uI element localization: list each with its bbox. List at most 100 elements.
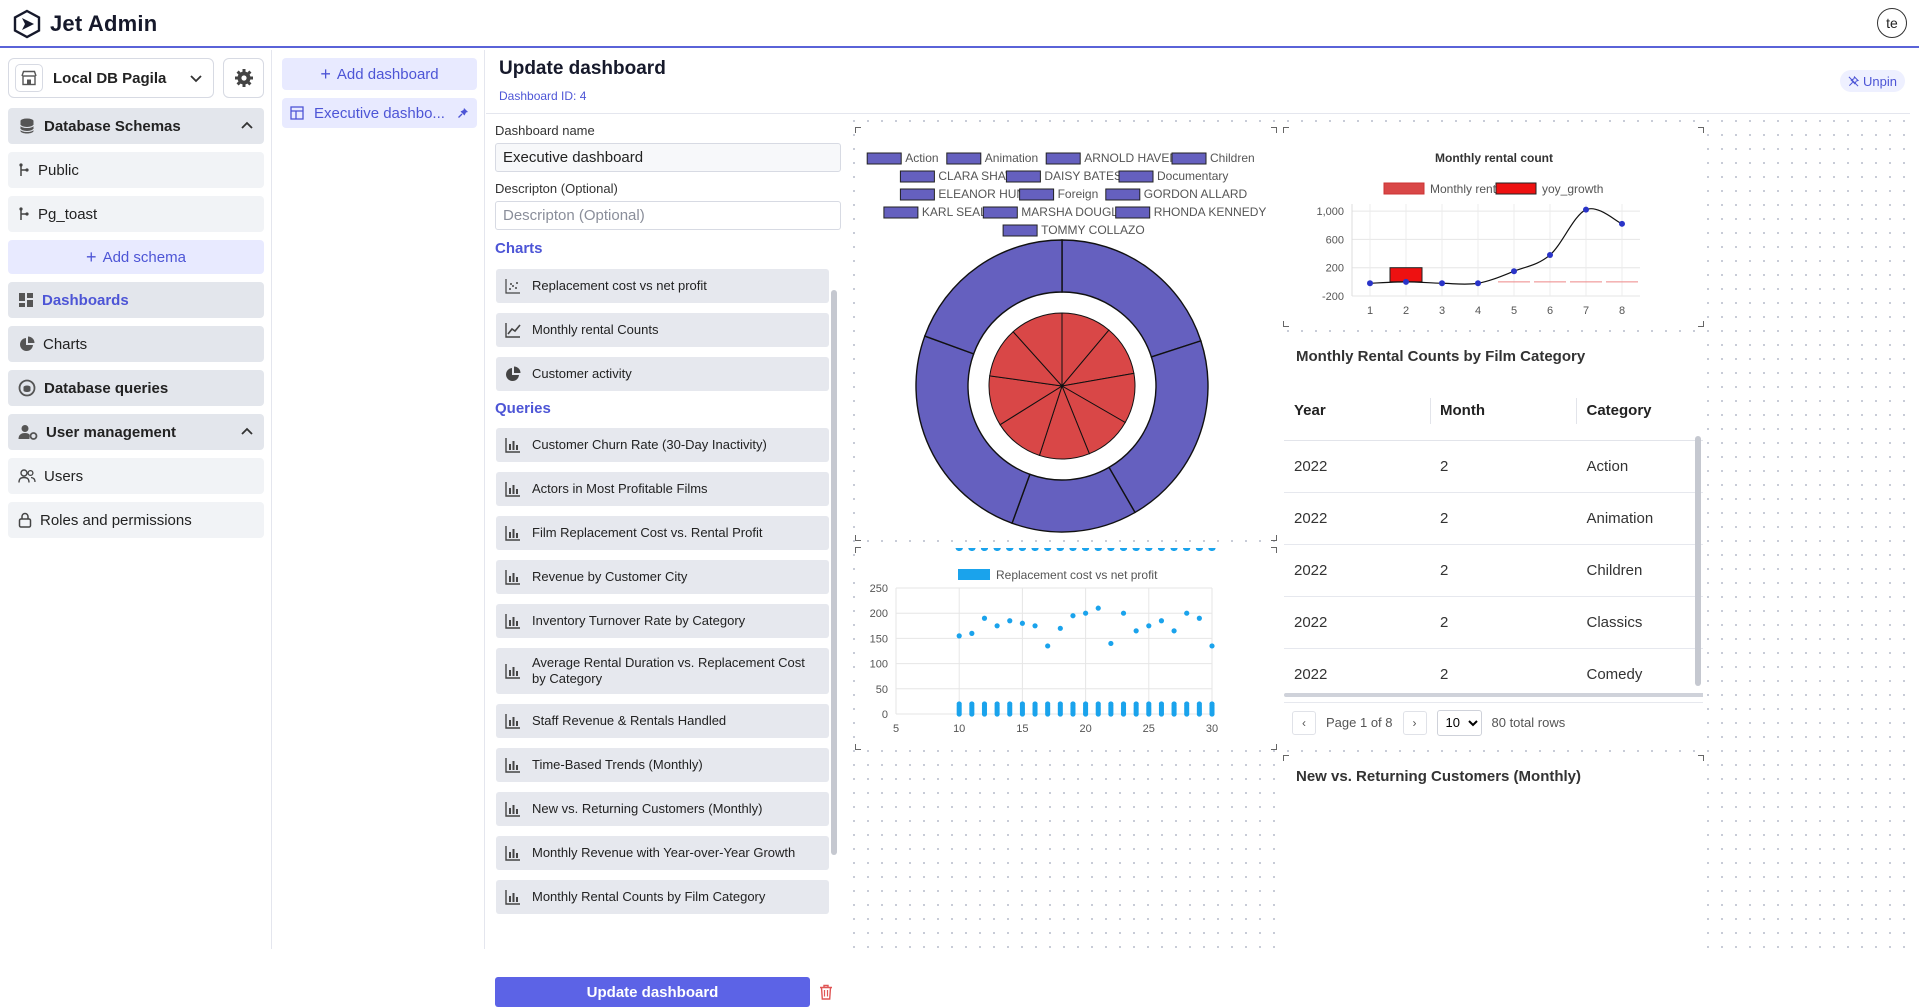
unpin-button[interactable]: Unpin	[1840, 70, 1905, 92]
add-schema-button[interactable]: + Add schema	[8, 240, 264, 274]
query-item[interactable]: Actors in Most Profitable Films	[496, 472, 829, 506]
app-name: Jet Admin	[50, 11, 158, 36]
column-separator[interactable]	[1576, 398, 1578, 424]
resize-handle[interactable]	[1698, 127, 1704, 133]
chevron-down-icon	[190, 75, 202, 83]
table-row[interactable]: 20222Classics28	[1284, 596, 1703, 649]
resize-handle[interactable]	[1271, 547, 1277, 553]
x-tick-label: 7	[1583, 305, 1589, 317]
query-item[interactable]: Customer Churn Rate (30-Day Inactivity)	[496, 428, 829, 462]
scatter-chart-widget[interactable]: 0 50 100 150 200 250 5 10 15 20 25 30 Replacement co…	[855, 545, 1277, 750]
settings-button[interactable]	[223, 58, 264, 98]
add-dashboard-label: Add dashboard	[336, 65, 439, 83]
scatter-point	[994, 701, 1000, 707]
resize-handle[interactable]	[855, 127, 861, 133]
query-item[interactable]: Inventory Turnover Rate by Category	[496, 604, 829, 638]
resize-handle[interactable]	[1283, 127, 1289, 133]
user-avatar[interactable]: te	[1877, 8, 1907, 38]
query-item[interactable]: Time-Based Trends (Monthly)	[496, 748, 829, 782]
legend-swatch	[1383, 182, 1425, 195]
scatter-point	[969, 630, 975, 636]
nav-label: Public	[38, 161, 79, 179]
query-item[interactable]: Film Replacement Cost vs. Rental Profit	[496, 516, 829, 550]
query-item[interactable]: New vs. Returning Customers (Monthly)	[496, 792, 829, 826]
legend-label: Animation	[985, 151, 1038, 165]
resize-handle[interactable]	[1283, 755, 1289, 761]
donut-chart-widget[interactable]: Action Animation ARNOLD HAVENS Children CLAR…	[855, 127, 1277, 541]
table-horizontal-scrollbar[interactable]	[1284, 693, 1703, 697]
prev-page-button[interactable]: ‹	[1292, 710, 1316, 735]
nav-label: Database Schemas	[44, 117, 181, 135]
page-title: Update dashboard	[499, 58, 666, 79]
nav-schema-public[interactable]: Public	[8, 152, 264, 188]
page-indicator: Page 1 of 8	[1326, 715, 1393, 730]
table-row[interactable]: 20222Animation28	[1284, 492, 1703, 545]
resize-handle[interactable]	[855, 744, 861, 750]
form-scrollbar[interactable]	[831, 290, 837, 855]
table-scroll-area[interactable]: YearMonthCategoryRentals 20222Action2720…	[1284, 336, 1703, 700]
dashboard-canvas[interactable]: Action Animation ARNOLD HAVENS Children CLAR…	[847, 114, 1910, 949]
query-item[interactable]: Monthly Rental Counts by Film Category	[496, 880, 829, 914]
nav-dashboards[interactable]: Dashboards	[8, 282, 264, 318]
table-row[interactable]: 20222Children30	[1284, 544, 1703, 597]
plus-icon: +	[86, 246, 97, 267]
scatter-point	[981, 701, 988, 707]
nav-users[interactable]: Users	[8, 458, 264, 494]
scatter-point	[1007, 701, 1013, 707]
nav-database-schemas[interactable]: Database Schemas	[8, 108, 264, 144]
query-item[interactable]: Average Rental Duration vs. Replacement …	[496, 648, 829, 694]
scatter-point	[1196, 701, 1202, 707]
dashboard-name-input[interactable]	[495, 143, 841, 172]
delete-button[interactable]	[811, 977, 840, 1007]
app-logo[interactable]: Jet Admin	[12, 9, 157, 39]
dashboard-item-executive[interactable]: Executive dashbo...	[282, 98, 477, 128]
chart-item[interactable]: Monthly rental Counts	[496, 313, 829, 347]
resize-handle[interactable]	[855, 547, 861, 553]
column-separator[interactable]	[1430, 398, 1431, 424]
pie-chart-icon	[504, 365, 522, 383]
column-header[interactable]: Category	[1576, 382, 1703, 441]
table-vertical-scrollbar[interactable]	[1695, 436, 1701, 686]
page-size-select[interactable]: 10	[1436, 709, 1482, 736]
query-item[interactable]: Monthly Revenue with Year-over-Year Grow…	[496, 836, 829, 870]
update-dashboard-button[interactable]: Update dashboard	[495, 977, 810, 1007]
add-dashboard-button[interactable]: + Add dashboard	[282, 58, 477, 90]
column-header[interactable]: Year	[1284, 382, 1430, 441]
resize-handle[interactable]	[1698, 755, 1704, 761]
nav-database-queries[interactable]: Database queries	[8, 370, 264, 406]
query-item[interactable]: Revenue by Customer City	[496, 560, 829, 594]
resize-handle[interactable]	[1283, 321, 1289, 327]
table-row[interactable]: 20222Action27	[1284, 440, 1703, 493]
line-point	[1583, 206, 1589, 213]
nav-user-management[interactable]: User management	[8, 414, 264, 450]
pin-icon[interactable]	[457, 107, 469, 119]
chart-item[interactable]: Replacement cost vs net profit	[496, 269, 829, 303]
chart-item-label: Customer activity	[532, 366, 632, 381]
column-header[interactable]: Month	[1430, 382, 1577, 441]
resize-handle[interactable]	[1271, 127, 1277, 133]
line-chart-widget[interactable]: Monthly rental count Monthly rentals yoy_g…	[1283, 127, 1704, 327]
chevron-left-icon: ‹	[1302, 715, 1306, 730]
description-input[interactable]	[495, 201, 841, 230]
table-widget[interactable]: Monthly Rental Counts by Film Category Y…	[1284, 336, 1703, 742]
nav-schema-pg-toast[interactable]: Pg_toast	[8, 196, 264, 232]
resize-handle[interactable]	[1271, 535, 1277, 541]
next-page-button[interactable]: ›	[1402, 710, 1427, 735]
resize-handle[interactable]	[1698, 321, 1704, 327]
scatter-point	[956, 701, 962, 707]
jet-admin-logo-icon	[13, 9, 41, 39]
unpin-icon	[1848, 75, 1860, 86]
chart-item[interactable]: Customer activity	[496, 357, 829, 391]
nav-roles-permissions[interactable]: Roles and permissions	[8, 502, 264, 538]
new-vs-returning-widget[interactable]: New vs. Returning Customers (Monthly)	[1283, 755, 1704, 949]
query-item[interactable]: Staff Revenue & Rentals Handled	[496, 704, 829, 738]
resize-handle[interactable]	[855, 535, 861, 541]
resize-handle[interactable]	[1271, 744, 1277, 750]
line-point	[1547, 251, 1553, 258]
bar-chart-icon	[504, 436, 522, 454]
scatter-point	[1158, 618, 1165, 624]
nav-charts[interactable]: Charts	[8, 326, 264, 362]
query-icon	[18, 379, 36, 397]
database-selector[interactable]: Local DB Pagila	[8, 58, 214, 98]
add-schema-label: Add schema	[102, 248, 186, 266]
